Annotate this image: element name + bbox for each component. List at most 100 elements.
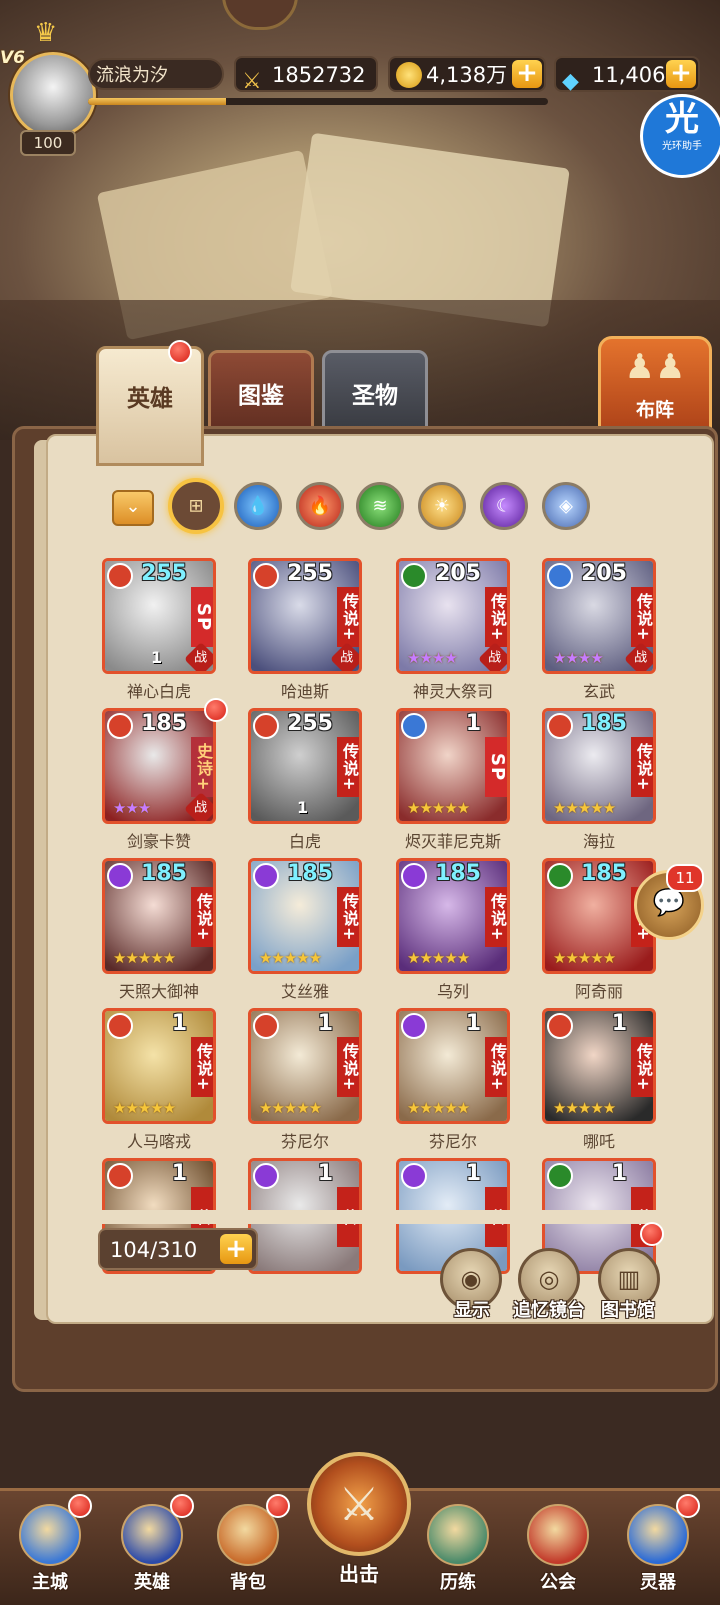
hero-stars: ★★★★★	[259, 949, 322, 967]
hero-rarity: 传说+	[337, 887, 359, 947]
hero-card-frame: 1 传说+ ★★★★★	[396, 1008, 510, 1124]
hero-card[interactable]: 255 传说+ 战哈迪斯	[248, 558, 362, 701]
hero-level: 185	[435, 861, 481, 886]
hero-level: 1	[465, 1161, 481, 1186]
hero-card[interactable]: 1 传说+ ★★★★★ 哪吒	[542, 1008, 656, 1151]
hero-name: 海拉	[582, 832, 615, 851]
hero-card[interactable]: 185 传说+ ★★★★★ 海拉	[542, 708, 656, 851]
hero-card-frame: 1 传说+ ★★★★★	[542, 1008, 656, 1124]
nav-label: 出击	[339, 1562, 379, 1586]
hero-card[interactable]: 205 传说+ ★★★★ 战玄武	[542, 558, 656, 701]
player-name: 流浪为汐	[88, 58, 224, 90]
tab-label: 圣物	[352, 383, 398, 409]
hero-name: 阿奇丽	[574, 982, 623, 1001]
filter-light-button[interactable]: ☀	[418, 482, 466, 530]
hero-card[interactable]: 185 传说+ ★★★★★ 艾丝雅	[248, 858, 362, 1001]
crossed-swords-icon: ⚔	[242, 69, 262, 94]
hero-level: 185	[141, 711, 187, 736]
hero-name: 哪吒	[582, 1132, 615, 1151]
hero-stars: ★★★★	[553, 649, 604, 667]
hero-card[interactable]: 255 传说+ 1 白虎	[248, 708, 362, 851]
exp-bar-fill	[88, 98, 226, 105]
hero-rarity: 传说+	[631, 1037, 653, 1097]
player-avatar-area[interactable]: ♛ V6 100	[0, 18, 102, 156]
filter-wind-button[interactable]: ≋	[356, 482, 404, 530]
hero-awaken-badge: 1	[297, 798, 309, 817]
nav-notification-dot	[170, 1494, 194, 1518]
nav-attack[interactable]: ⚔ 出击	[304, 1452, 414, 1592]
hero-level: 185	[581, 861, 627, 886]
hero-name: 芬尼尔	[280, 1132, 329, 1151]
sun-icon: ☀	[433, 495, 451, 517]
tab-heroes[interactable]: 英雄	[96, 346, 204, 466]
hero-level: 1	[317, 1011, 333, 1036]
crossed-swords-icon: ⚔	[307, 1452, 411, 1556]
hero-card[interactable]: 205 传说+ ★★★★ 战神灵大祭司	[396, 558, 510, 701]
element-icon	[401, 863, 427, 889]
hero-name: 艾丝雅	[280, 982, 329, 1001]
hero-card-frame: 185传说+ ★★★★★	[248, 858, 362, 974]
hero-capacity-value: 104/310	[110, 1238, 198, 1262]
nav-item[interactable]: 英雄	[112, 1494, 194, 1600]
gold-display: 4,138万 +	[388, 56, 546, 92]
hero-card-frame: 1 SP ★★★★★	[396, 708, 510, 824]
add-gems-button[interactable]: +	[666, 60, 696, 88]
hero-rarity: 史诗+	[191, 737, 213, 797]
hero-stars: ★★★★★	[113, 949, 176, 967]
nav-icon	[427, 1504, 489, 1566]
filter-water-button[interactable]: 💧	[234, 482, 282, 530]
nav-label: 主城	[32, 1572, 68, 1593]
hero-stars: ★★★★★	[407, 799, 470, 817]
filter-void-button[interactable]: ◈	[542, 482, 590, 530]
sort-dropdown-button[interactable]: ⌄	[112, 490, 154, 526]
element-icon	[401, 563, 427, 589]
nav-notification-dot	[68, 1494, 92, 1518]
nav-item[interactable]: 公会	[518, 1500, 598, 1600]
element-icon	[253, 563, 279, 589]
hero-rarity: 传说+	[337, 737, 359, 797]
helper-glyph: 光	[665, 99, 699, 139]
hero-card-frame: 255 传说+ 1	[248, 708, 362, 824]
nav-item[interactable]: 背包	[208, 1494, 290, 1600]
nav-item[interactable]: 历练	[418, 1500, 498, 1600]
exp-bar	[88, 98, 548, 105]
nav-item[interactable]: 灵器	[618, 1494, 700, 1600]
hero-card[interactable]: 1 SP ★★★★★ 烬灭菲尼克斯	[396, 708, 510, 851]
hero-card[interactable]: 1 传说+ ★★★★★ 芬尼尔	[248, 1008, 362, 1151]
hero-stars: ★★★★★	[259, 1099, 322, 1117]
battle-tag-text: 战	[488, 650, 502, 666]
hero-card[interactable]: 255 SP 1 战禅心白虎	[102, 558, 216, 701]
hero-rarity: 传说+	[485, 887, 507, 947]
hero-stars: ★★★★★	[553, 1099, 616, 1117]
hero-card[interactable]: 1 传说+ ★★★★★ 人马喀戎	[102, 1008, 216, 1151]
filter-fire-button[interactable]: 🔥	[296, 482, 344, 530]
hero-level: 185	[141, 861, 187, 886]
power-display: ⚔ 1852732	[234, 56, 378, 94]
eye-icon: ◉	[460, 1265, 482, 1293]
filter-all-button[interactable]: ⊞	[168, 478, 224, 534]
hero-name: 天照大御神	[118, 982, 199, 1001]
expand-capacity-button[interactable]: +	[220, 1234, 252, 1264]
hero-level: 205	[435, 561, 481, 586]
mirror-icon: ◎	[538, 1265, 560, 1293]
hero-rarity: SP	[485, 737, 507, 797]
hero-card[interactable]: 185 传说+ ★★★★★ 天照大御神	[102, 858, 216, 1001]
battle-tag-text: 战	[634, 650, 648, 666]
hero-card[interactable]: 185 史诗+ ★★★ 战剑豪卡赞	[102, 708, 216, 851]
hero-rarity: SP	[191, 587, 213, 647]
battle-tag-text: 战	[194, 800, 208, 816]
nav-notification-dot	[676, 1494, 700, 1518]
filter-dark-button[interactable]: ☾	[480, 482, 528, 530]
hero-name: 芬尼尔	[428, 1132, 477, 1151]
nav-icon	[527, 1504, 589, 1566]
halo-assistant-button[interactable]: 光 光环助手	[640, 94, 720, 178]
element-icon	[547, 1163, 573, 1189]
add-gold-button[interactable]: +	[512, 60, 542, 88]
hero-card[interactable]: 185 传说+ ★★★★★ 乌列	[396, 858, 510, 1001]
vip-level: V6	[0, 48, 25, 68]
nav-item[interactable]: 主城	[10, 1494, 92, 1600]
hero-card[interactable]: 1 传说+ ★★★★★ 芬尼尔	[396, 1008, 510, 1151]
element-icon	[107, 713, 133, 739]
hero-level: 1	[171, 1011, 187, 1036]
chat-bubble-icon: 💬	[652, 888, 686, 918]
